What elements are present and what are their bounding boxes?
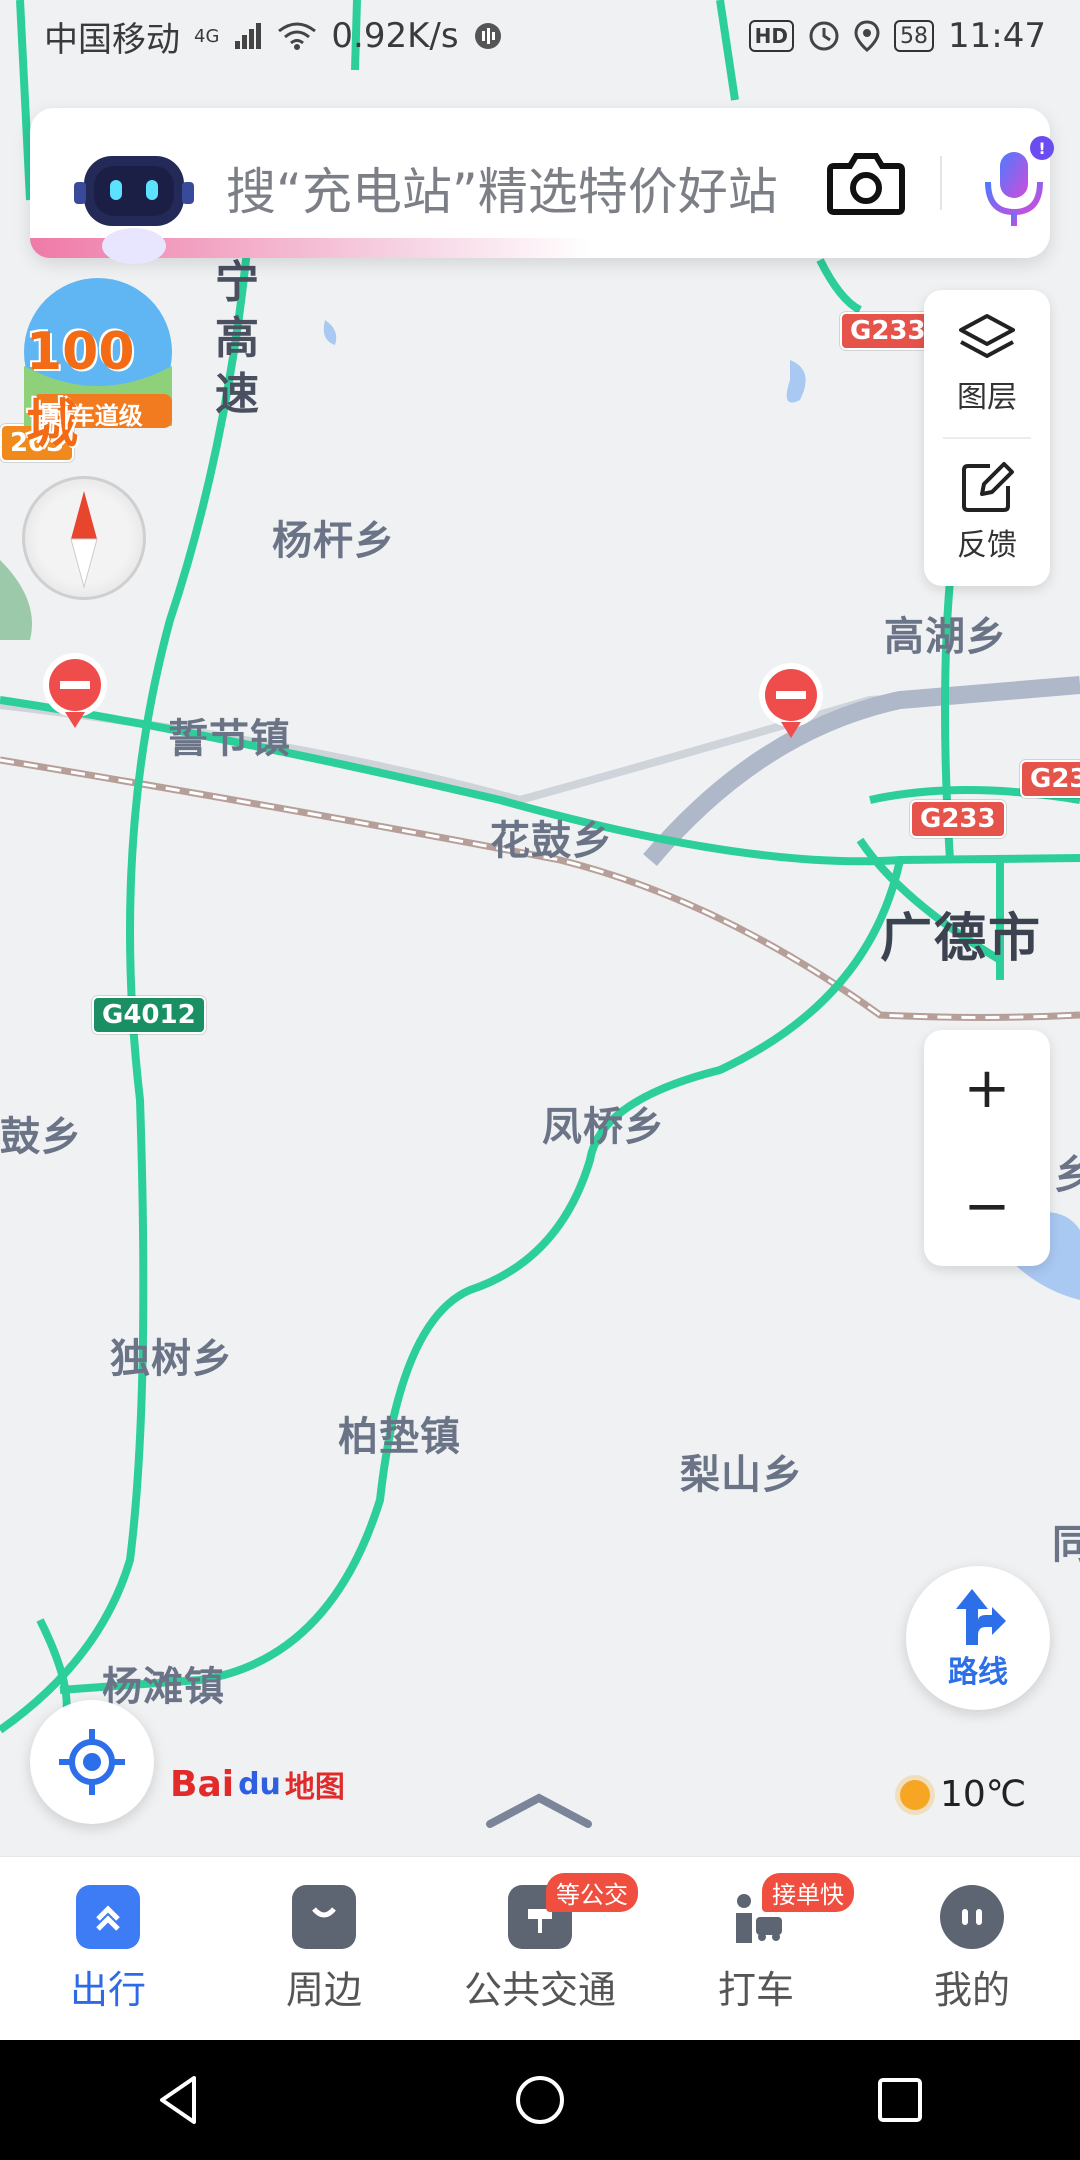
- zoom-controls: + −: [924, 1030, 1050, 1266]
- carrier-label: 中国移动: [44, 19, 180, 60]
- nav-tab-taxi[interactable]: 打车 接单快: [648, 1857, 864, 2041]
- place-label: 梨山乡: [680, 1452, 803, 1498]
- nav-label: 我的: [933, 1967, 1010, 2012]
- logo-suffix: 地图: [284, 1770, 345, 1805]
- place-label: 鼓乡: [0, 1114, 82, 1160]
- recents-icon[interactable]: [870, 2070, 930, 2130]
- locate-crosshair-icon: [59, 1729, 125, 1795]
- road-shield: G23: [1020, 760, 1080, 798]
- route-arrow-icon: [956, 1589, 1006, 1645]
- road-shield: G233: [840, 312, 936, 350]
- place-label: 柏垫镇: [338, 1414, 461, 1460]
- data-saver-icon: [809, 21, 839, 51]
- place-label: 凤桥乡: [542, 1104, 665, 1150]
- compass-button[interactable]: [22, 476, 146, 600]
- nav-tab-travel[interactable]: 出行: [0, 1857, 216, 2041]
- locate-me-button[interactable]: [30, 1700, 154, 1824]
- railway-line: [0, 756, 1080, 1021]
- nav-badge: 等公交: [546, 1873, 638, 1912]
- temperature: 10℃: [940, 1774, 1027, 1815]
- mic-badge: !: [1038, 139, 1045, 158]
- lake-icon: [786, 360, 806, 403]
- railway-line-dash: [0, 758, 1080, 1019]
- hd-icon: HD: [748, 20, 795, 52]
- microphone-icon[interactable]: !: [974, 136, 1054, 236]
- place-label: 誓节镇: [168, 716, 291, 762]
- network-type: 4G: [194, 25, 220, 47]
- layers-label: 图层: [957, 379, 1017, 415]
- no-entry-marker-icon[interactable]: [756, 660, 826, 742]
- signal-icon: [235, 23, 262, 49]
- expand-panel-chevron-icon[interactable]: [484, 1790, 594, 1830]
- nav-label: 周边: [285, 1967, 362, 2012]
- layers-button[interactable]: 图层: [924, 290, 1050, 437]
- place-label: 同: [1052, 1522, 1080, 1568]
- nav-tab-nearby[interactable]: 周边: [216, 1857, 432, 2041]
- battery-level: 58: [900, 23, 929, 49]
- sun-icon: [900, 1779, 930, 1810]
- place-label: 花鼓乡: [490, 818, 613, 864]
- weather-widget[interactable]: 10℃: [900, 1774, 1026, 1815]
- route-label: 路线: [948, 1655, 1008, 1690]
- nav-label: 出行: [69, 1967, 146, 2012]
- nav-badge: 接单快: [762, 1873, 854, 1912]
- city-label: 广德市: [880, 909, 1043, 969]
- road-shield: G233: [910, 800, 1006, 838]
- place-label: 杨滩镇: [102, 1664, 225, 1710]
- nav-label: 打车: [717, 1967, 794, 2012]
- map-tools-panel: 图层 反馈: [924, 290, 1050, 586]
- place-label: 独树乡: [110, 1336, 233, 1382]
- home-icon[interactable]: [510, 2070, 570, 2130]
- system-navigation-bar: [0, 2040, 1080, 2160]
- compass-needle-icon: [70, 491, 98, 589]
- zoom-in-button[interactable]: +: [964, 1061, 1011, 1117]
- nav-tab-transit[interactable]: 公共交通 等公交: [432, 1857, 648, 2041]
- status-bar: 中国移动 4G 0.92K/s HD 58 11:47: [0, 0, 1080, 72]
- wifi-icon: [278, 22, 317, 50]
- clock: 11:47: [948, 16, 1046, 56]
- promo-title: 100城: [26, 322, 135, 455]
- profile-icon: [940, 1884, 1004, 1949]
- camera-icon[interactable]: [826, 148, 906, 218]
- search-divider: [940, 156, 942, 210]
- promo-subtitle: 真|车道级: [38, 402, 143, 430]
- road-shield: G4012: [92, 996, 206, 1034]
- robot-assistant-icon[interactable]: [74, 136, 194, 266]
- search-bar[interactable]: 搜“充电站”精选特价好站 !: [30, 108, 1054, 264]
- layers-icon: [959, 313, 1015, 358]
- feedback-edit-icon: [962, 462, 1014, 513]
- expressway-label: 宁高速: [215, 257, 259, 420]
- route-button[interactable]: 路线: [906, 1566, 1050, 1710]
- place-label: 杨杆乡: [272, 518, 395, 564]
- lane-level-promo[interactable]: 100城 真|车道级: [18, 276, 178, 455]
- location-icon: [854, 20, 880, 52]
- back-icon[interactable]: [150, 2070, 210, 2130]
- network-speed: 0.92K/s: [331, 16, 459, 56]
- bottom-navigation: 出行 周边 公共交通 等公交 打车 接单快 我的: [0, 1856, 1080, 2041]
- nav-tab-me[interactable]: 我的: [864, 1857, 1080, 2041]
- zoom-out-button[interactable]: −: [964, 1179, 1011, 1235]
- logo-paw-icon: du: [238, 1766, 281, 1802]
- place-label: 高湖乡: [884, 614, 1007, 660]
- lake-small: [323, 320, 337, 345]
- logo-brand: Bai: [170, 1763, 235, 1805]
- nearby-bag-icon: [292, 1884, 356, 1949]
- baidu-map-logo: Bai du 地图: [170, 1762, 345, 1806]
- travel-icon: [76, 1884, 140, 1949]
- feedback-button[interactable]: 反馈: [924, 439, 1050, 586]
- nav-label: 公共交通: [463, 1967, 616, 2012]
- battery-icon: 58: [894, 20, 935, 52]
- expressway-grey: [643, 676, 1080, 866]
- no-entry-marker-icon[interactable]: [40, 650, 110, 732]
- place-label: 乡: [1054, 1152, 1080, 1198]
- audio-indicator-icon: [474, 23, 501, 49]
- feedback-label: 反馈: [957, 528, 1017, 564]
- search-input[interactable]: 搜“充电站”精选特价好站: [226, 152, 778, 224]
